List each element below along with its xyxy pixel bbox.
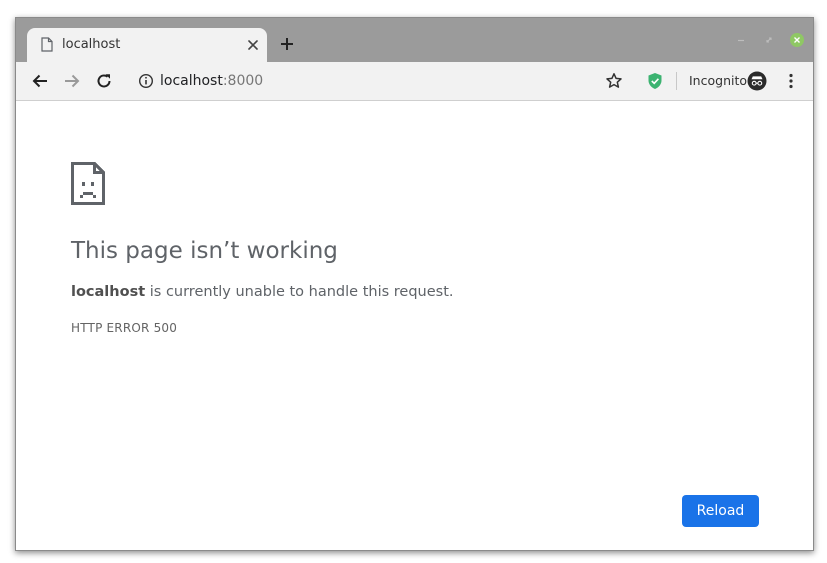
bookmark-star-icon[interactable] bbox=[604, 71, 624, 91]
toolbar-divider bbox=[676, 72, 677, 90]
close-window-icon[interactable] bbox=[789, 32, 805, 48]
reload-icon[interactable] bbox=[94, 71, 114, 91]
toolbar: localhost:8000 Incognito bbox=[16, 62, 813, 101]
new-tab-icon[interactable] bbox=[278, 35, 296, 53]
page-icon bbox=[41, 37, 53, 52]
incognito-icon[interactable] bbox=[747, 71, 767, 91]
page-content: This page isn’t working localhost is cur… bbox=[16, 101, 813, 550]
url-port: :8000 bbox=[222, 73, 264, 89]
forward-arrow-icon[interactable] bbox=[62, 71, 82, 91]
tab-strip: localhost bbox=[16, 18, 813, 62]
info-icon[interactable] bbox=[138, 72, 156, 90]
address-bar[interactable]: localhost:8000 bbox=[128, 66, 668, 96]
tab-title: localhost bbox=[62, 37, 121, 52]
error-description: localhost is currently unable to handle … bbox=[71, 283, 454, 301]
sad-page-icon bbox=[71, 162, 105, 205]
url-text: localhost:8000 bbox=[160, 72, 263, 90]
error-host: localhost bbox=[71, 284, 146, 300]
error-code: HTTP ERROR 500 bbox=[71, 321, 178, 335]
tab-localhost[interactable]: localhost bbox=[27, 28, 267, 62]
maximize-icon[interactable] bbox=[761, 32, 777, 48]
minimize-icon[interactable] bbox=[733, 32, 749, 48]
back-arrow-icon[interactable] bbox=[30, 71, 50, 91]
reload-button[interactable]: Reload bbox=[682, 495, 759, 527]
shield-extension-icon[interactable] bbox=[645, 71, 665, 91]
error-heading: This page isn’t working bbox=[71, 238, 338, 264]
url-host: localhost bbox=[160, 73, 223, 89]
more-menu-icon[interactable] bbox=[781, 71, 801, 91]
close-tab-icon[interactable] bbox=[245, 37, 261, 53]
error-message: is currently unable to handle this reque… bbox=[145, 284, 454, 300]
browser-window: localhost localhost:8000 Incognito This … bbox=[15, 17, 814, 551]
incognito-label: Incognito bbox=[689, 73, 748, 88]
